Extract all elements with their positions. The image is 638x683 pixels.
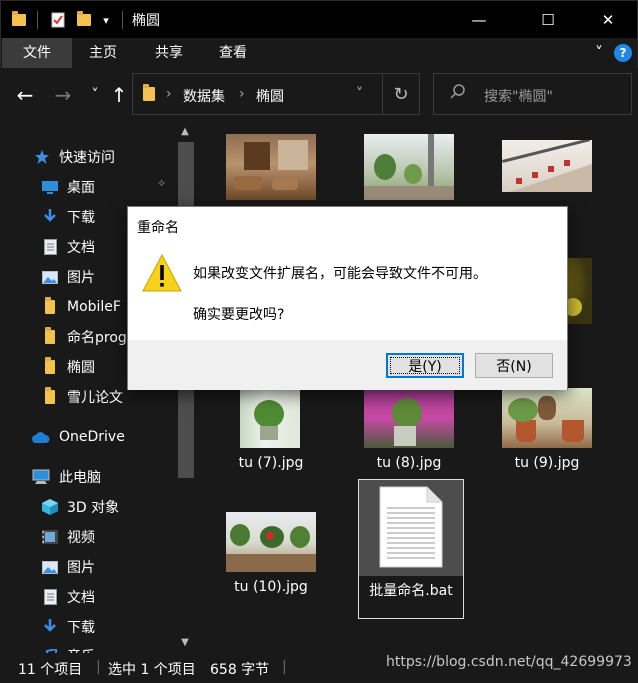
ribbon: 文件 主页 共享 查看 ˅ ?: [0, 38, 638, 68]
maximize-button[interactable]: ☐: [525, 1, 571, 39]
image-thumbnail: [502, 140, 592, 192]
search-input[interactable]: 搜索"椭圆": [433, 73, 632, 115]
tab-home[interactable]: 主页: [81, 38, 125, 68]
computer-icon: [32, 469, 50, 485]
forward-button[interactable]: →: [52, 82, 74, 108]
selected-count: 选中 1 个项目: [108, 662, 196, 678]
image-thumbnail: [364, 388, 454, 448]
refresh-button[interactable]: ↻: [382, 73, 420, 115]
image-thumbnail: [364, 134, 454, 200]
address-dropdown-icon[interactable]: ˅: [356, 86, 363, 102]
folder-icon: [42, 297, 58, 315]
up-button[interactable]: ↑: [108, 82, 130, 108]
sidebar-item-documents-pc[interactable]: 文档: [42, 582, 196, 612]
sidebar-item-pictures-pc[interactable]: 图片: [42, 552, 196, 582]
scroll-up-icon[interactable]: ▲: [175, 122, 195, 142]
recent-locations-button[interactable]: ˅: [84, 82, 106, 108]
warning-icon: [142, 254, 182, 292]
folder-icon: [11, 10, 27, 30]
close-button[interactable]: ✕: [585, 1, 631, 39]
star-icon: [34, 149, 50, 165]
tab-file[interactable]: 文件: [2, 38, 72, 68]
image-thumbnail: [226, 512, 316, 572]
sidebar-item-music[interactable]: 音乐: [42, 641, 196, 653]
sidebar-item-this-pc[interactable]: 此电脑: [32, 462, 196, 492]
dialog-footer: 是(Y) 否(N): [128, 340, 567, 390]
file-name: tu (10).jpg: [234, 579, 308, 595]
cloud-icon: [32, 429, 50, 445]
divider: |: [282, 659, 287, 675]
folder-icon: [143, 84, 155, 101]
tab-view[interactable]: 查看: [211, 38, 255, 68]
pin-icon[interactable]: ✧: [157, 177, 166, 190]
title-bar: ▾ 椭圆 — ☐ ✕: [0, 0, 638, 38]
folder-icon: [42, 357, 58, 375]
folder-icon: [42, 327, 58, 345]
file-item[interactable]: [346, 132, 454, 202]
file-name: tu (7).jpg: [238, 455, 304, 471]
sidebar-item-onedrive[interactable]: OneDrive: [32, 422, 196, 452]
selected-size: 658 字节: [210, 662, 270, 678]
image-thumbnail: [240, 388, 300, 448]
dialog-question: 确实要更改吗?: [193, 307, 285, 323]
batch-file-icon: [379, 486, 443, 568]
image-thumbnail: [226, 134, 316, 200]
search-placeholder: 搜索"椭圆": [484, 89, 553, 105]
breadcrumb-ellipse[interactable]: 椭圆: [256, 86, 284, 106]
file-name: tu (9).jpg: [514, 455, 580, 471]
sidebar-item-desktop[interactable]: 桌面: [42, 172, 196, 202]
sidebar-item-quick-access[interactable]: 快速访问: [34, 142, 196, 172]
new-folder-icon[interactable]: [74, 10, 94, 30]
address-bar[interactable]: › 数据集 › 椭圆 ˅: [132, 73, 420, 115]
sidebar-item-videos[interactable]: 视频: [42, 522, 196, 552]
document-icon: [42, 589, 58, 605]
breadcrumb-separator: ›: [166, 86, 172, 102]
no-button[interactable]: 否(N): [475, 353, 553, 378]
cube-icon: [42, 499, 58, 515]
dialog-title: 重命名: [137, 220, 179, 236]
document-icon: [42, 239, 58, 255]
rename-dialog: 重命名 如果改变文件扩展名，可能会导致文件不可用。 确实要更改吗? 是(Y) 否…: [127, 206, 568, 390]
expand-ribbon-icon[interactable]: ˅: [591, 38, 607, 68]
dialog-message: 如果改变文件扩展名，可能会导致文件不可用。: [193, 266, 487, 282]
file-item[interactable]: [208, 132, 316, 202]
file-item[interactable]: [484, 132, 592, 202]
pictures-icon: [42, 269, 58, 285]
pictures-icon: [42, 559, 58, 575]
download-icon: [42, 209, 58, 225]
back-button[interactable]: ←: [14, 82, 36, 108]
divider: |: [96, 659, 101, 675]
minimize-button[interactable]: —: [456, 1, 502, 39]
item-count: 11 个项目: [18, 662, 83, 678]
file-name: 批量命名.bat: [369, 583, 453, 599]
breadcrumb-separator: ›: [239, 86, 245, 102]
sidebar-item-downloads-pc[interactable]: 下载: [42, 612, 196, 642]
help-icon[interactable]: ?: [614, 44, 632, 62]
desktop-icon: [42, 179, 58, 195]
properties-icon[interactable]: [48, 10, 68, 30]
sidebar-item-3d-objects[interactable]: 3D 对象: [42, 492, 196, 522]
breadcrumb-datasets[interactable]: 数据集: [183, 86, 225, 106]
customize-quick-access-icon[interactable]: ▾: [99, 10, 113, 30]
divider: [122, 11, 123, 29]
divider: [37, 11, 38, 29]
folder-icon: [42, 387, 58, 405]
image-thumbnail: [502, 388, 592, 448]
download-icon: [42, 619, 58, 635]
file-item-selected[interactable]: 批量命名.bat: [358, 479, 464, 619]
watermark-text: https://blog.csdn.net/qq_42699973: [386, 654, 632, 670]
window-title: 椭圆: [132, 13, 160, 29]
tab-share[interactable]: 共享: [147, 38, 191, 68]
video-icon: [42, 529, 58, 545]
scroll-down-icon[interactable]: ▼: [175, 633, 195, 653]
search-icon: [450, 84, 465, 99]
yes-button[interactable]: 是(Y): [386, 353, 464, 378]
file-name: tu (8).jpg: [376, 455, 442, 471]
